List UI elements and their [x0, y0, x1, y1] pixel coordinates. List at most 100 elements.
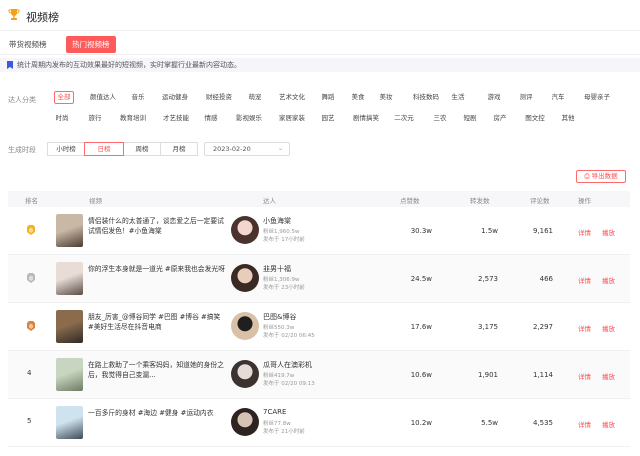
period-hourly[interactable]: 小时榜: [47, 142, 85, 156]
play-link[interactable]: 播放: [602, 323, 615, 333]
export-icon: ⎙: [584, 172, 590, 180]
avatar[interactable]: [231, 216, 259, 244]
table-row[interactable]: 你的浮生本身就是一道光 #原来我也会发光呀 韭男十福 粉丝1,306.9w 发布…: [8, 255, 630, 303]
creator-name[interactable]: 巴图&博谷: [263, 312, 296, 322]
comments-count: 4,535: [532, 419, 553, 427]
period-monthly[interactable]: 月榜: [160, 142, 198, 156]
category-chip[interactable]: 影视娱乐: [233, 112, 265, 125]
shares-count: 5.5w: [481, 419, 498, 427]
post-time: 发布于 02/20 09:13: [263, 381, 315, 387]
video-thumbnail[interactable]: [56, 358, 83, 391]
category-chip[interactable]: 美妆: [378, 91, 394, 104]
video-thumbnail[interactable]: [56, 262, 83, 295]
likes-count: 30.3w: [410, 227, 432, 235]
shares-count: 1.5w: [481, 227, 498, 235]
shares-count: 3,175: [477, 323, 498, 331]
rank-number: 5: [27, 417, 32, 425]
comments-count: 466: [539, 275, 553, 283]
detail-link[interactable]: 详情: [578, 371, 591, 381]
notice-text: 统计周期内发布的互动效果最好的短视频，实时掌握行业最新内容动态。: [17, 61, 241, 69]
period-daily[interactable]: 日榜: [84, 142, 124, 156]
category-chip[interactable]: 短剧: [462, 112, 478, 125]
detail-link[interactable]: 详情: [578, 227, 591, 237]
category-chip[interactable]: 才艺技能: [160, 112, 192, 125]
table-row[interactable]: 4 在路上救助了一个乘客妈妈，知道她的身份之后，我觉得自己变漏... 瓜哥人在澳…: [8, 351, 630, 399]
notice-bar: 统计周期内发布的互动效果最好的短视频，实时掌握行业最新内容动态。: [0, 58, 640, 72]
play-link[interactable]: 播放: [602, 275, 615, 285]
play-link[interactable]: 播放: [602, 419, 615, 429]
play-link[interactable]: 播放: [602, 227, 615, 237]
category-chip[interactable]: 剧情搞笑: [350, 112, 382, 125]
category-chip[interactable]: 情感: [203, 112, 219, 125]
category-chip[interactable]: 萌宠: [247, 91, 263, 104]
category-chip[interactable]: 艺术文化: [276, 91, 308, 104]
table-row[interactable]: 情侣装什么的太普通了，谈恋爱之后一定要试试情侣发色！#小鱼海棠 小鱼海棠 粉丝1…: [8, 207, 630, 255]
creator-name[interactable]: 瓜哥人在澳彩机: [263, 360, 312, 370]
table-row[interactable]: 朋友_厉害_@博谷同学 #巴图 #博谷 #搞笑 #美好生活尽在抖音电商 巴图&博…: [8, 303, 630, 351]
category-chip[interactable]: 旅行: [87, 112, 103, 125]
play-link[interactable]: 播放: [602, 371, 615, 381]
category-chip[interactable]: 测评: [518, 91, 534, 104]
creator-fans: 粉丝550.3w: [263, 325, 295, 331]
table-header: 排名 视频 达人 点赞数 转发数 评论数 操作: [8, 191, 630, 207]
category-chip[interactable]: 园艺: [320, 112, 336, 125]
category-chip[interactable]: 房产: [492, 112, 508, 125]
creator-name[interactable]: 7CARE: [263, 408, 286, 416]
page-header: 视频榜: [0, 0, 640, 30]
export-button[interactable]: ⎙ 导出数据: [576, 170, 626, 183]
category-chip[interactable]: 图文控: [523, 112, 547, 125]
category-chip[interactable]: 母婴亲子: [581, 91, 613, 104]
category-chip[interactable]: 科技数码: [410, 91, 442, 104]
detail-link[interactable]: 详情: [578, 275, 591, 285]
category-chip[interactable]: 美食: [350, 91, 366, 104]
category-chip[interactable]: 三农: [432, 112, 448, 125]
tab-goods-video[interactable]: 带货视频榜: [9, 39, 47, 50]
post-time: 发布于 21小时前: [263, 429, 305, 435]
avatar[interactable]: [231, 360, 259, 388]
category-chip[interactable]: 舞蹈: [320, 91, 336, 104]
category-chip[interactable]: 汽车: [550, 91, 566, 104]
category-chip[interactable]: 运动健身: [159, 91, 191, 104]
tab-hot-video[interactable]: 热门视频榜: [66, 36, 116, 53]
rank-medal-icon: [27, 225, 35, 235]
category-chip[interactable]: 全部: [54, 91, 74, 104]
video-title[interactable]: 朋友_厉害_@博谷同学 #巴图 #博谷 #搞笑 #美好生活尽在抖音电商: [88, 312, 226, 332]
date-picker[interactable]: 2023-02-20 ⌄: [204, 142, 290, 156]
video-title[interactable]: 在路上救助了一个乘客妈妈，知道她的身份之后，我觉得自己变漏...: [88, 360, 226, 380]
video-thumbnail[interactable]: [56, 310, 83, 343]
category-chip[interactable]: 家居家装: [276, 112, 308, 125]
col-actions: 操作: [578, 197, 591, 205]
period-weekly[interactable]: 周榜: [123, 142, 161, 156]
creator-fans: 粉丝1,960.5w: [263, 229, 300, 235]
category-chip[interactable]: 生活: [450, 91, 466, 104]
detail-link[interactable]: 详情: [578, 323, 591, 333]
likes-count: 24.5w: [410, 275, 432, 283]
avatar[interactable]: [231, 264, 259, 292]
category-chip[interactable]: 音乐: [130, 91, 146, 104]
video-title[interactable]: 一百多斤的身材 #海边 #健身 #运动内衣: [88, 408, 226, 418]
category-chip[interactable]: 二次元: [392, 112, 416, 125]
page-title: 视频榜: [26, 11, 59, 24]
category-chip[interactable]: 游戏: [486, 91, 502, 104]
detail-link[interactable]: 详情: [578, 419, 591, 429]
creator-fans: 粉丝77.8w: [263, 421, 291, 427]
category-chip[interactable]: 时尚: [54, 112, 70, 125]
video-thumbnail[interactable]: [56, 406, 83, 439]
category-chip[interactable]: 其他: [560, 112, 576, 125]
creator-name[interactable]: 小鱼海棠: [263, 216, 291, 226]
likes-count: 10.6w: [410, 371, 432, 379]
category-chip[interactable]: 颜值达人: [87, 91, 119, 104]
time-label: 生成时段: [8, 146, 36, 154]
video-thumbnail[interactable]: [56, 214, 83, 247]
table-row[interactable]: 5 一百多斤的身材 #海边 #健身 #运动内衣 7CARE 粉丝77.8w 发布…: [8, 399, 630, 447]
video-title[interactable]: 情侣装什么的太普通了，谈恋爱之后一定要试试情侣发色！#小鱼海棠: [88, 216, 226, 236]
video-title[interactable]: 你的浮生本身就是一道光 #原来我也会发光呀: [88, 264, 226, 274]
creator-name[interactable]: 韭男十福: [263, 264, 291, 274]
avatar[interactable]: [231, 312, 259, 340]
col-rank: 排名: [25, 197, 38, 205]
rank-medal-icon: [27, 273, 35, 283]
category-chip[interactable]: 财经投资: [203, 91, 235, 104]
likes-count: 17.6w: [410, 323, 432, 331]
avatar[interactable]: [231, 408, 259, 436]
category-chip[interactable]: 教育培训: [117, 112, 149, 125]
